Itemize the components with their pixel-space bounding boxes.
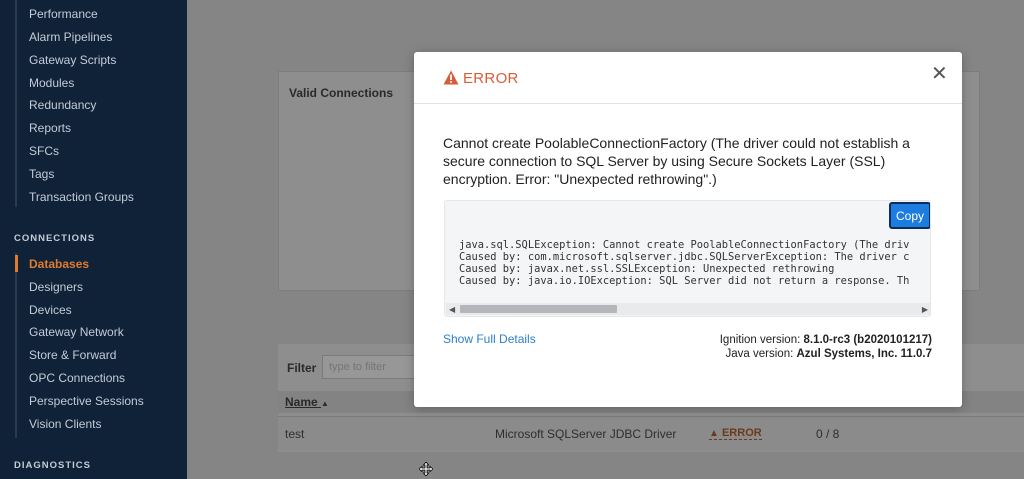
ignition-version: Ignition version: 8.1.0-rc3 (b2020101217… bbox=[720, 334, 932, 346]
row-connection-count: 0 / 8 bbox=[816, 427, 840, 441]
sidebar-section-connections: CONNECTIONS bbox=[14, 233, 96, 244]
sidebar-active-indicator bbox=[15, 255, 18, 272]
warning-triangle-icon bbox=[443, 70, 459, 85]
move-cursor-icon bbox=[419, 462, 433, 476]
sidebar-item-modules[interactable]: Modules bbox=[29, 76, 74, 90]
filter-input[interactable] bbox=[322, 355, 422, 379]
row-status-error[interactable]: ▲ ERROR bbox=[709, 427, 762, 440]
ignition-version-label: Ignition version: bbox=[719, 334, 804, 346]
sidebar-item-redundancy[interactable]: Redundancy bbox=[29, 98, 96, 112]
stack-trace-box[interactable]: Copy java.sql.SQLException: Cannot creat… bbox=[444, 200, 931, 317]
row-driver: Microsoft SQLServer JDBC Driver bbox=[495, 427, 677, 441]
sidebar-item-reports[interactable]: Reports bbox=[29, 121, 71, 135]
sidebar-rail bbox=[15, 0, 17, 207]
ignition-version-value: 8.1.0-rc3 (b2020101217) bbox=[803, 334, 932, 346]
sidebar-item-opc-connections[interactable]: OPC Connections bbox=[29, 371, 125, 385]
column-header-name[interactable]: Name ▲ bbox=[285, 395, 329, 409]
java-version-value: Azul Systems, Inc. 11.0.7 bbox=[796, 348, 932, 360]
filter-label: Filter bbox=[287, 361, 317, 375]
warning-icon: ▲ bbox=[709, 428, 719, 439]
sidebar-item-databases[interactable]: Databases bbox=[29, 257, 89, 271]
copy-button[interactable]: Copy bbox=[889, 202, 930, 229]
sidebar-item-tags[interactable]: Tags bbox=[29, 167, 54, 181]
sidebar-item-vision-clients[interactable]: Vision Clients bbox=[29, 417, 101, 431]
sidebar-item-perspective-sessions[interactable]: Perspective Sessions bbox=[29, 394, 144, 408]
modal-title: ERROR bbox=[463, 70, 519, 87]
java-version-label: Java version: bbox=[725, 348, 797, 360]
sidebar-item-alarm-pipelines[interactable]: Alarm Pipelines bbox=[29, 30, 112, 44]
sidebar-section-diagnostics: DIAGNOSTICS bbox=[14, 460, 91, 471]
sidebar-rail bbox=[15, 253, 17, 438]
scroll-left-icon[interactable]: ◀ bbox=[449, 305, 455, 314]
sidebar-item-sfcs[interactable]: SFCs bbox=[29, 144, 59, 158]
error-message: Cannot create PoolableConnectionFactory … bbox=[443, 135, 910, 187]
sidebar-item-performance[interactable]: Performance bbox=[29, 7, 98, 21]
valid-connections-title: Valid Connections bbox=[289, 86, 394, 100]
sidebar-item-designers[interactable]: Designers bbox=[29, 280, 83, 294]
sidebar-item-store-forward[interactable]: Store & Forward bbox=[29, 348, 116, 362]
sort-ascending-icon: ▲ bbox=[321, 399, 329, 408]
horizontal-scrollbar[interactable]: ◀ ▶ bbox=[446, 303, 930, 315]
sidebar-item-transaction-groups[interactable]: Transaction Groups bbox=[29, 190, 134, 204]
table-row[interactable]: test Microsoft SQLServer JDBC Driver ▲ E… bbox=[278, 416, 1024, 450]
java-version: Java version: Azul Systems, Inc. 11.0.7 bbox=[726, 348, 932, 360]
error-modal: ERROR ✕ Cannot create PoolableConnection… bbox=[414, 52, 962, 407]
row-status-label: ERROR bbox=[721, 427, 762, 439]
modal-header: ERROR ✕ bbox=[414, 52, 962, 104]
sidebar-item-devices[interactable]: Devices bbox=[29, 303, 72, 317]
sidebar-item-gateway-scripts[interactable]: Gateway Scripts bbox=[29, 53, 116, 67]
stack-trace-text: java.sql.SQLException: Cannot create Poo… bbox=[459, 239, 910, 287]
row-name: test bbox=[285, 427, 305, 441]
close-icon[interactable]: ✕ bbox=[931, 64, 948, 84]
sidebar: Performance Alarm Pipelines Gateway Scri… bbox=[0, 0, 187, 479]
show-full-details-link[interactable]: Show Full Details bbox=[443, 332, 536, 346]
scroll-right-icon[interactable]: ▶ bbox=[922, 305, 928, 314]
scrollbar-thumb[interactable] bbox=[460, 305, 617, 313]
sidebar-item-gateway-network[interactable]: Gateway Network bbox=[29, 325, 124, 339]
column-header-name-label: Name bbox=[285, 395, 318, 409]
